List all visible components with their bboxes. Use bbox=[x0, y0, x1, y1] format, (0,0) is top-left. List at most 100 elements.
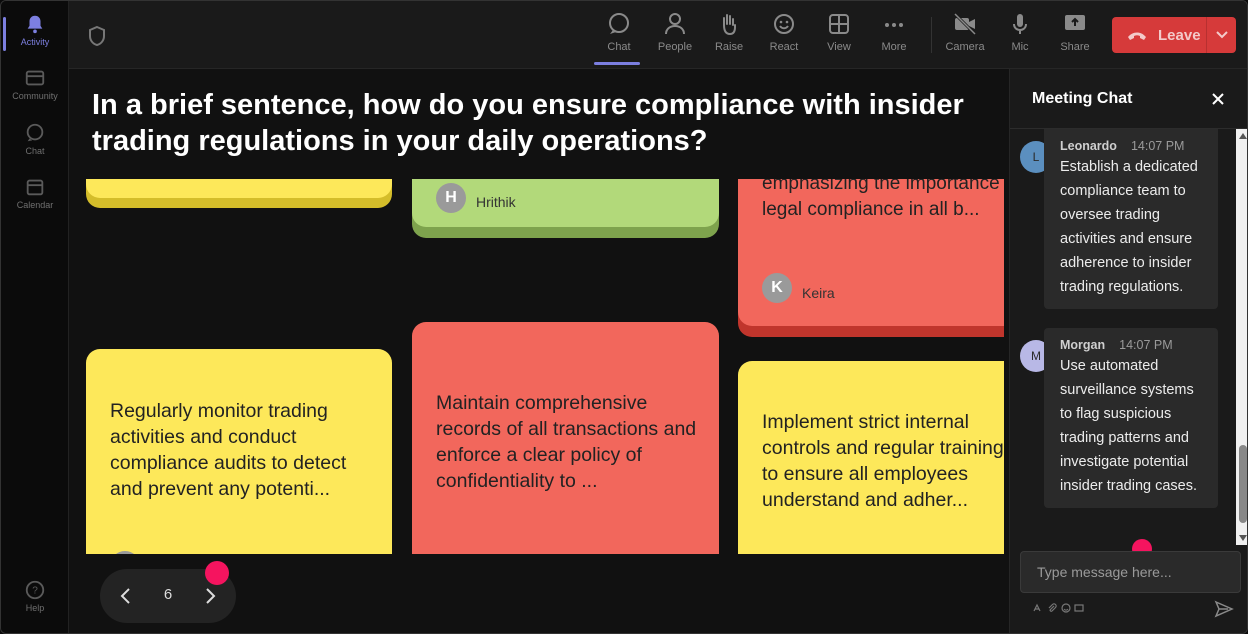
scroll-thumb[interactable] bbox=[1239, 445, 1247, 523]
note-card-face bbox=[86, 179, 392, 198]
meeting-toolbar: Chat People Raise React View More Camera bbox=[69, 1, 1247, 69]
chat-icon bbox=[26, 123, 44, 142]
message-author: Leonardo bbox=[1060, 139, 1117, 153]
note-card[interactable]: Maintain comprehensive records of all tr… bbox=[412, 322, 719, 554]
avatar-initial: L bbox=[1032, 150, 1040, 164]
toolbar-view-button[interactable]: View bbox=[812, 11, 866, 53]
avatar-initial: M bbox=[1031, 349, 1041, 363]
toolbar-separator bbox=[931, 17, 932, 53]
note-card-face: emphasizing the importance of legal comp… bbox=[738, 179, 1004, 326]
close-icon[interactable] bbox=[1210, 91, 1226, 107]
rail-item-activity[interactable]: Activity bbox=[1, 13, 69, 51]
message-author: Morgan bbox=[1060, 338, 1106, 352]
message-time: 14:07 PM bbox=[1119, 338, 1173, 352]
note-text: Implement strict internal controls and r… bbox=[762, 411, 1004, 511]
message-text: Establish a dedicated compliance team to… bbox=[1060, 159, 1198, 295]
rail-item-label: Help bbox=[25, 603, 45, 613]
question-title: In a brief sentence, how do you ensure c… bbox=[92, 89, 964, 157]
note-text: Maintain comprehensive records of all tr… bbox=[436, 392, 697, 492]
app-window: Activity Community Chat Calendar ? Help … bbox=[0, 0, 1248, 634]
chat-scrollbar[interactable] bbox=[1236, 129, 1247, 545]
toolbar-camera-button[interactable]: Camera bbox=[938, 11, 992, 53]
camera-off-icon bbox=[953, 12, 977, 36]
rail-item-label: Community bbox=[12, 91, 58, 101]
meeting-chat-panel: Meeting Chat L Leonardo 14:07 PM Establis… bbox=[1009, 69, 1247, 633]
gif-icon[interactable] bbox=[1074, 603, 1084, 613]
chevron-left-icon[interactable] bbox=[114, 584, 138, 608]
cursor-indicator bbox=[205, 561, 229, 585]
chevron-right-icon[interactable] bbox=[198, 584, 222, 608]
rail-item-label: Calendar bbox=[16, 200, 54, 210]
main-stage: In a brief sentence, how do you ensure c… bbox=[69, 69, 1009, 633]
avatar: H bbox=[436, 183, 466, 213]
chat-icon bbox=[609, 13, 629, 34]
rail-item-chat[interactable]: Chat bbox=[1, 122, 69, 156]
scroll-down-arrow[interactable] bbox=[1239, 535, 1247, 541]
chat-message-list[interactable]: L Leonardo 14:07 PM Establish a dedicated… bbox=[1010, 129, 1236, 545]
format-icon[interactable] bbox=[1032, 603, 1042, 613]
share-icon bbox=[1065, 15, 1085, 30]
note-text: emphasizing the importance of legal comp… bbox=[762, 179, 1004, 220]
view-icon bbox=[829, 14, 849, 34]
toolbar-button-label: People bbox=[657, 41, 693, 53]
send-icon[interactable] bbox=[1214, 600, 1234, 618]
emoji-icon[interactable] bbox=[1061, 603, 1071, 613]
note-author: Keira bbox=[802, 285, 835, 301]
mic-icon bbox=[1013, 14, 1027, 34]
scroll-up-arrow[interactable] bbox=[1239, 133, 1247, 139]
avatar bbox=[110, 551, 140, 554]
rail-item-label: Chat bbox=[25, 146, 45, 156]
message-text: Use automated surveillance systems to fl… bbox=[1060, 358, 1198, 494]
calendar-icon bbox=[26, 179, 44, 196]
toolbar-button-label: Share bbox=[1060, 41, 1090, 53]
note-card[interactable]: Regularly monitor trading activities and… bbox=[86, 349, 392, 554]
toolbar-share-button[interactable]: Share bbox=[1048, 11, 1102, 53]
attach-icon[interactable] bbox=[1047, 603, 1057, 613]
hang-up-icon bbox=[1128, 32, 1146, 40]
leave-button-label: Leave bbox=[1158, 26, 1201, 44]
toolbar-chat-button[interactable]: Chat bbox=[592, 11, 646, 65]
rail-item-label: Activity bbox=[20, 37, 50, 47]
rail-item-calendar[interactable]: Calendar bbox=[1, 176, 69, 210]
svg-text:?: ? bbox=[32, 586, 38, 597]
chat-message-input[interactable] bbox=[1020, 551, 1241, 593]
leave-button[interactable]: Leave bbox=[1112, 17, 1236, 53]
chat-message: Leonardo 14:07 PM Establish a dedicated c… bbox=[1044, 129, 1218, 309]
shield-icon[interactable] bbox=[87, 25, 107, 47]
avatar: K bbox=[762, 273, 792, 303]
note-card[interactable]: H Hrithik bbox=[412, 179, 719, 238]
chevron-down-icon bbox=[1215, 31, 1228, 39]
toolbar-people-button[interactable]: People bbox=[648, 11, 702, 53]
toolbar-button-label: Raise bbox=[714, 41, 744, 53]
toolbar-mic-button[interactable]: Mic bbox=[993, 11, 1047, 53]
note-author: Hrithik bbox=[476, 194, 516, 210]
note-card-face: H Hrithik bbox=[412, 179, 719, 227]
toolbar-more-button[interactable]: More bbox=[867, 11, 921, 53]
bell-icon bbox=[27, 15, 43, 34]
raise-hand-icon bbox=[723, 14, 736, 36]
page-number: 6 bbox=[163, 586, 173, 603]
note-text: Regularly monitor trading activities and… bbox=[110, 400, 347, 500]
help-icon: ? bbox=[25, 580, 45, 600]
notes-board: H Hrithik emphasizing the importance of … bbox=[69, 179, 1004, 554]
toolbar-button-label: React bbox=[769, 41, 799, 53]
toolbar-button-label: Camera bbox=[945, 41, 985, 53]
people-icon bbox=[665, 13, 685, 35]
note-card[interactable]: emphasizing the importance of legal comp… bbox=[738, 179, 1004, 337]
toolbar-button-label: Chat bbox=[607, 41, 631, 53]
toolbar-raise-button[interactable]: Raise bbox=[702, 11, 756, 53]
message-time: 14:07 PM bbox=[1130, 139, 1185, 153]
leave-dropdown-toggle[interactable] bbox=[1206, 17, 1236, 53]
community-icon bbox=[25, 70, 45, 86]
toolbar-button-label: Mic bbox=[1011, 41, 1029, 53]
chat-message: Morgan 14:07 PM Use automated surveillanc… bbox=[1044, 328, 1218, 508]
left-rail: Activity Community Chat Calendar ? Help bbox=[1, 1, 69, 633]
rail-item-help[interactable]: ? Help bbox=[1, 579, 69, 613]
toolbar-react-button[interactable]: React bbox=[757, 11, 811, 53]
note-card[interactable] bbox=[86, 179, 392, 208]
rail-item-community[interactable]: Community bbox=[1, 67, 69, 101]
note-card[interactable]: Implement strict internal controls and r… bbox=[738, 361, 1004, 554]
toolbar-button-label: View bbox=[827, 41, 851, 53]
react-icon bbox=[774, 14, 794, 34]
more-icon bbox=[885, 23, 903, 27]
